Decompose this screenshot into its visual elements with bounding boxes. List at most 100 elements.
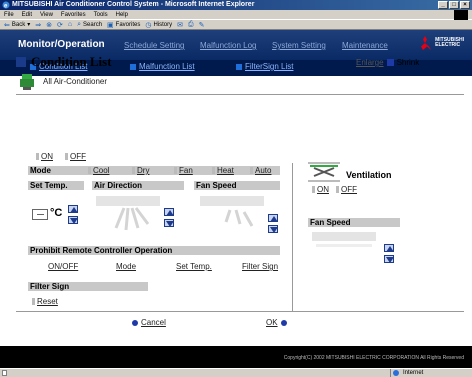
back-arrow-icon: ⇐ [4, 21, 10, 29]
forward-arrow-icon[interactable]: ⇒ [35, 21, 41, 29]
browser-toolbar: ⇐ Back ▾ ⇒ ⊗ ⟳ ⌂ ⌕ Search ▣ Favorites ◷ Hist… [0, 20, 472, 30]
history-icon: ◷ [145, 21, 152, 29]
footer: Copyright(C) 2002 MITSUBISHI ELECTRIC CO… [0, 346, 472, 368]
title-square-icon [16, 57, 26, 67]
search-button[interactable]: ⌕ Search [77, 21, 102, 29]
vent-fanspeed-bar: Fan Speed [308, 218, 400, 227]
mode-heat[interactable]: Heat [212, 166, 234, 175]
air-conditioner-icon [20, 74, 34, 90]
menu-favorites[interactable]: Favorites [61, 12, 86, 18]
air-direction-up-button[interactable] [164, 208, 174, 216]
set-temp-display [32, 209, 48, 220]
mail-icon[interactable]: ✉ [177, 21, 183, 29]
triangle-up-icon [70, 207, 78, 213]
home-icon[interactable]: ⌂ [68, 21, 72, 28]
window-title: MITSUBISHI Air Conditioner Control Syste… [12, 1, 255, 8]
window-controls: _ □ × [438, 1, 470, 9]
close-button[interactable]: × [460, 1, 470, 9]
bottom-divider [16, 311, 464, 312]
off-radio[interactable]: OFF [65, 152, 86, 161]
prohibit-filtersign-link[interactable]: Filter Sign [242, 262, 278, 271]
ok-button[interactable]: OK [266, 318, 287, 327]
subnav-filtersign-list[interactable]: FilterSign List [236, 62, 293, 71]
vent-on-radio[interactable]: ON [312, 185, 329, 194]
cancel-button[interactable]: Cancel [132, 318, 166, 327]
bullet-icon [132, 319, 138, 326]
menu-view[interactable]: View [40, 12, 53, 18]
triangle-down-icon [166, 221, 174, 227]
filter-reset-link[interactable]: Reset [32, 297, 58, 306]
nav-maintenance[interactable]: Maintenance [342, 41, 388, 50]
air-direction-down-button[interactable] [164, 219, 174, 227]
subnav-bullet-icon [130, 63, 136, 70]
vent-fan-up-button[interactable] [384, 244, 394, 252]
mode-fan[interactable]: Fan [174, 166, 193, 175]
menu-help[interactable]: Help [116, 12, 128, 18]
subnav-malfunction-list[interactable]: Malfunction List [130, 62, 195, 71]
triangle-up-icon [270, 216, 278, 222]
triangle-down-icon [270, 227, 278, 233]
subnav-bullet-icon [236, 63, 242, 70]
prohibit-mode-link[interactable]: Mode [116, 262, 136, 271]
vent-fan-down-button[interactable] [384, 255, 394, 263]
mode-dry[interactable]: Dry [132, 166, 149, 175]
radio-marker [336, 186, 339, 193]
mode-cool[interactable]: Cool [88, 166, 109, 175]
mode-auto[interactable]: Auto [250, 166, 271, 175]
menu-file[interactable]: File [4, 12, 14, 18]
back-button[interactable]: ⇐ Back ▾ [4, 21, 30, 29]
prohibit-onoff-link[interactable]: ON/OFF [48, 262, 78, 271]
history-button[interactable]: ◷ History [145, 21, 172, 29]
triangle-up-icon [386, 246, 394, 252]
radio-marker [312, 186, 315, 193]
ventilation-divider [292, 163, 293, 311]
radio-marker [36, 153, 39, 160]
status-bar: Internet [0, 368, 472, 377]
minimize-button[interactable]: _ [438, 1, 448, 9]
favorites-button[interactable]: ▣ Favorites [107, 21, 140, 29]
menu-edit[interactable]: Edit [22, 12, 32, 18]
triangle-down-icon [70, 218, 78, 224]
nav-schedule-setting[interactable]: Schedule Setting [124, 41, 185, 50]
nav-system-setting[interactable]: System Setting [272, 41, 326, 50]
triangle-down-icon [386, 257, 394, 263]
air-direction-graphic [96, 196, 160, 231]
nav-monitor-operation[interactable]: Monitor/Operation [18, 39, 105, 50]
edit-icon[interactable]: ✎ [199, 21, 205, 29]
copyright: Copyright(C) 2002 MITSUBISHI ELECTRIC CO… [283, 355, 464, 361]
vent-fan-speed-graphic [312, 232, 376, 247]
radio-marker [250, 167, 253, 174]
temp-down-button[interactable] [68, 216, 78, 224]
settemp-bar: Set Temp. [28, 181, 84, 190]
stop-icon[interactable]: ⊗ [46, 21, 52, 29]
enlarge-link[interactable]: Enlarge [356, 58, 384, 67]
temp-unit: °C [50, 207, 63, 219]
shrink-label[interactable]: Shrink [397, 58, 420, 67]
temp-up-button[interactable] [68, 205, 78, 213]
menu-tools[interactable]: Tools [94, 12, 108, 18]
windows-logo-icon [454, 10, 468, 20]
nav-malfunction-log[interactable]: Malfunction Log [200, 41, 256, 50]
vent-off-radio[interactable]: OFF [336, 185, 357, 194]
on-radio[interactable]: ON [36, 152, 53, 161]
page-title: Condition List [16, 54, 112, 70]
fan-speed-down-button[interactable] [268, 225, 278, 233]
fan-speed-up-button[interactable] [268, 214, 278, 222]
print-icon[interactable]: ⎙ [188, 21, 194, 29]
mitsubishi-logo: MITSUBISHI ELECTRIC [417, 36, 464, 50]
favorites-icon: ▣ [107, 21, 114, 29]
radio-marker [88, 167, 91, 174]
radio-marker [132, 167, 135, 174]
prohibit-settemp-link[interactable]: Set Temp. [176, 262, 212, 271]
fanspeed-bar: Fan Speed [194, 181, 280, 190]
refresh-icon[interactable]: ⟳ [57, 21, 63, 29]
mode-bar: Mode [28, 166, 280, 175]
search-icon: ⌕ [77, 20, 82, 28]
maximize-button[interactable]: □ [449, 1, 459, 9]
logo-word-bottom: ELECTRIC [435, 42, 461, 48]
three-diamonds-icon [421, 36, 432, 50]
page-icon [2, 370, 7, 376]
radio-marker [212, 167, 215, 174]
ventilation-icon [308, 162, 340, 182]
group-name: All Air-Conditioner [43, 77, 108, 86]
